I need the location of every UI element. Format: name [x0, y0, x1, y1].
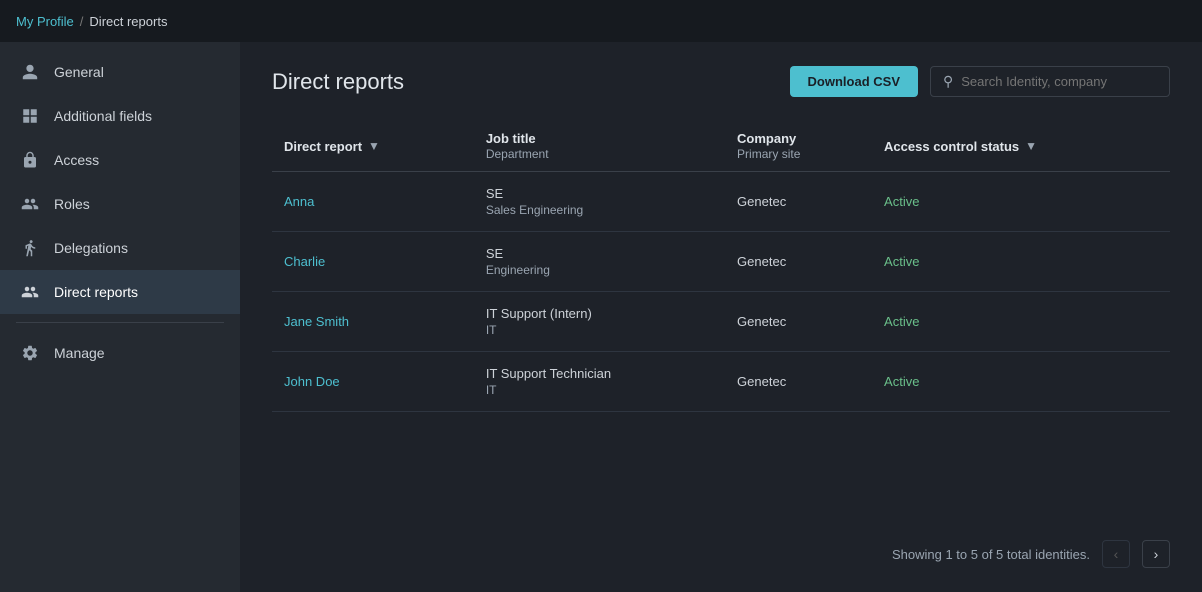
job-title-0: SE	[486, 186, 713, 201]
main-layout: General Additional fields Access Roles	[0, 42, 1202, 592]
job-title-3: IT Support Technician	[486, 366, 713, 381]
manage-icon	[20, 343, 40, 363]
page-title: Direct reports	[272, 69, 404, 95]
search-icon: ⚲	[943, 73, 953, 90]
content-area: Direct reports Download CSV ⚲ Direct rep…	[240, 42, 1202, 592]
sidebar-label-delegations: Delegations	[54, 240, 128, 256]
breadcrumb-separator: /	[80, 14, 84, 29]
sidebar-divider	[16, 322, 224, 323]
status-badge-3: Active	[884, 374, 919, 389]
department-1: Engineering	[486, 263, 713, 277]
grid-icon	[20, 106, 40, 126]
status-badge-2: Active	[884, 314, 919, 329]
sidebar-item-roles[interactable]: Roles	[0, 182, 240, 226]
content-header: Direct reports Download CSV ⚲	[272, 66, 1170, 97]
table-row: Jane Smith IT Support (Intern) IT Genete…	[272, 292, 1170, 352]
table-footer: Showing 1 to 5 of 5 total identities. ‹ …	[272, 528, 1170, 568]
col-header-access-status: Access control status ▼	[872, 121, 1170, 172]
pagination-prev-button[interactable]: ‹	[1102, 540, 1130, 568]
cell-status-0: Active	[872, 172, 1170, 232]
person-icon	[20, 62, 40, 82]
department-3: IT	[486, 383, 713, 397]
sidebar-label-access: Access	[54, 152, 99, 168]
cell-name-1: Charlie	[272, 232, 474, 292]
breadcrumb-current: Direct reports	[89, 14, 167, 29]
status-badge-0: Active	[884, 194, 919, 209]
search-input[interactable]	[961, 74, 1157, 89]
sidebar-item-delegations[interactable]: Delegations	[0, 226, 240, 270]
direct-reports-icon	[20, 282, 40, 302]
col-header-job-title: Job title Department	[474, 121, 725, 172]
sidebar-label-additional-fields: Additional fields	[54, 108, 152, 124]
table-header-row: Direct report ▼ Job title Department Com…	[272, 121, 1170, 172]
sidebar-item-manage[interactable]: Manage	[0, 331, 240, 375]
roles-icon	[20, 194, 40, 214]
sidebar-item-additional-fields[interactable]: Additional fields	[0, 94, 240, 138]
cell-company-3: Genetec	[725, 352, 872, 412]
name-link-0[interactable]: Anna	[284, 194, 314, 209]
sidebar-label-direct-reports: Direct reports	[54, 284, 138, 300]
table-row: Charlie SE Engineering Genetec Active	[272, 232, 1170, 292]
filter-icon-direct-report[interactable]: ▼	[368, 139, 380, 153]
department-2: IT	[486, 323, 713, 337]
filter-icon-access-status[interactable]: ▼	[1025, 139, 1037, 153]
breadcrumb-parent[interactable]: My Profile	[16, 14, 74, 29]
table-body: Anna SE Sales Engineering Genetec Active…	[272, 172, 1170, 412]
sidebar-label-manage: Manage	[54, 345, 105, 361]
download-csv-button[interactable]: Download CSV	[790, 66, 918, 97]
sidebar-item-access[interactable]: Access	[0, 138, 240, 182]
sidebar-label-general: General	[54, 64, 104, 80]
col-sub-job-title: Department	[486, 147, 549, 161]
sidebar: General Additional fields Access Roles	[0, 42, 240, 592]
cell-job-2: IT Support (Intern) IT	[474, 292, 725, 352]
cell-company-2: Genetec	[725, 292, 872, 352]
name-link-2[interactable]: Jane Smith	[284, 314, 349, 329]
col-sub-company: Primary site	[737, 147, 800, 161]
cell-company-0: Genetec	[725, 172, 872, 232]
cell-company-1: Genetec	[725, 232, 872, 292]
direct-reports-table: Direct report ▼ Job title Department Com…	[272, 121, 1170, 412]
job-title-2: IT Support (Intern)	[486, 306, 713, 321]
cell-job-3: IT Support Technician IT	[474, 352, 725, 412]
cell-job-1: SE Engineering	[474, 232, 725, 292]
sidebar-label-roles: Roles	[54, 196, 90, 212]
search-box: ⚲	[930, 66, 1170, 97]
table-row: John Doe IT Support Technician IT Genete…	[272, 352, 1170, 412]
table-row: Anna SE Sales Engineering Genetec Active	[272, 172, 1170, 232]
name-link-3[interactable]: John Doe	[284, 374, 340, 389]
delegation-icon	[20, 238, 40, 258]
cell-name-0: Anna	[272, 172, 474, 232]
cell-name-3: John Doe	[272, 352, 474, 412]
cell-job-0: SE Sales Engineering	[474, 172, 725, 232]
sidebar-item-direct-reports[interactable]: Direct reports	[0, 270, 240, 314]
department-0: Sales Engineering	[486, 203, 713, 217]
col-label-access-status: Access control status	[884, 139, 1019, 154]
cell-status-1: Active	[872, 232, 1170, 292]
cell-status-2: Active	[872, 292, 1170, 352]
cell-name-2: Jane Smith	[272, 292, 474, 352]
topbar: My Profile / Direct reports	[0, 0, 1202, 42]
cell-status-3: Active	[872, 352, 1170, 412]
col-label-company: Company	[737, 131, 796, 146]
col-label-direct-report: Direct report	[284, 139, 362, 154]
sidebar-item-general[interactable]: General	[0, 50, 240, 94]
col-label-job-title: Job title	[486, 131, 536, 146]
pagination-summary: Showing 1 to 5 of 5 total identities.	[892, 547, 1090, 562]
col-header-direct-report: Direct report ▼	[272, 121, 474, 172]
table-container: Direct report ▼ Job title Department Com…	[272, 121, 1170, 528]
lock-icon	[20, 150, 40, 170]
job-title-1: SE	[486, 246, 713, 261]
status-badge-1: Active	[884, 254, 919, 269]
pagination-next-button[interactable]: ›	[1142, 540, 1170, 568]
header-actions: Download CSV ⚲	[790, 66, 1170, 97]
name-link-1[interactable]: Charlie	[284, 254, 325, 269]
col-header-company: Company Primary site	[725, 121, 872, 172]
